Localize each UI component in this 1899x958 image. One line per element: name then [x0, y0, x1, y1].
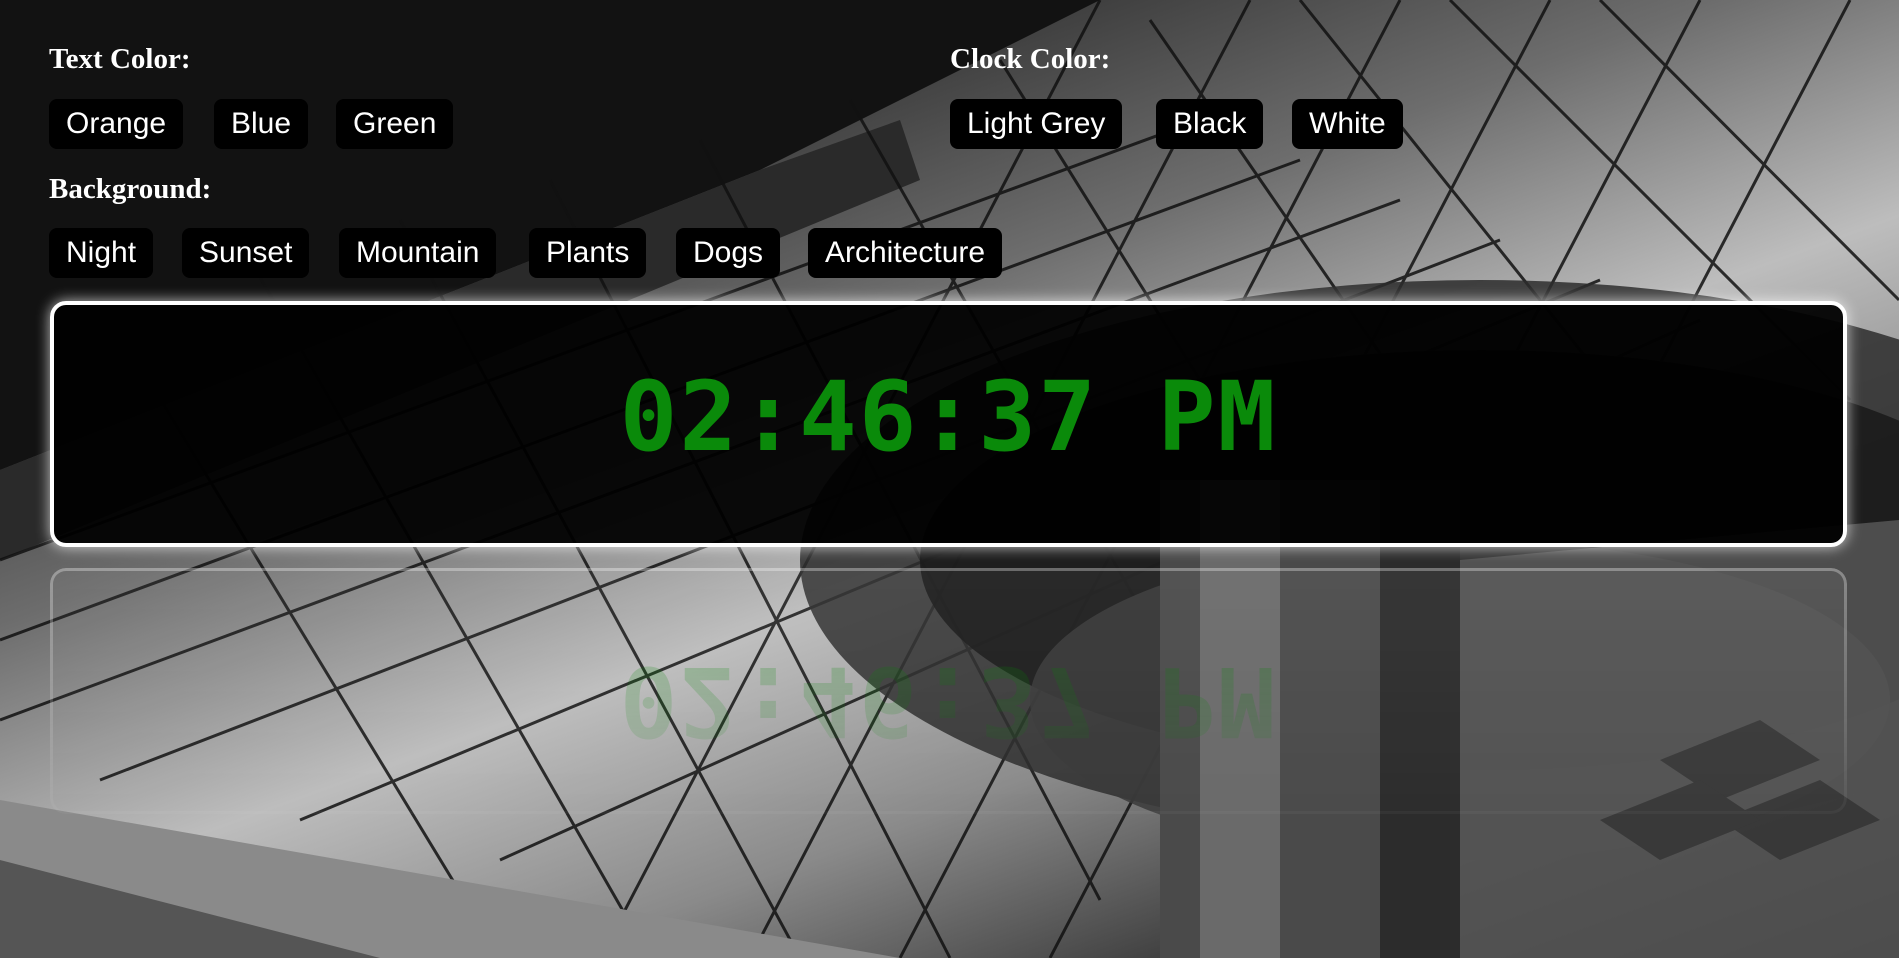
background-night-button[interactable]: Night — [49, 228, 154, 278]
clock-color-black-button[interactable]: Black — [1156, 99, 1264, 149]
clock-color-light-grey-button[interactable]: Light Grey — [950, 99, 1123, 149]
background-plants-button[interactable]: Plants — [529, 228, 647, 278]
background-mountain-button[interactable]: Mountain — [339, 228, 497, 278]
text-color-green-button[interactable]: Green — [336, 99, 454, 149]
background-architecture-button[interactable]: Architecture — [808, 228, 1003, 278]
background-label: Background: — [49, 173, 212, 205]
background-sunset-button[interactable]: Sunset — [182, 228, 310, 278]
text-color-blue-button[interactable]: Blue — [214, 99, 309, 149]
clock-color-white-button[interactable]: White — [1292, 99, 1403, 149]
background-dogs-button[interactable]: Dogs — [676, 228, 781, 278]
text-color-label: Text Color: — [49, 43, 191, 75]
clock-time: 02:46:37 PM — [619, 361, 1278, 473]
clock-color-label: Clock Color: — [950, 43, 1111, 75]
text-color-orange-button[interactable]: Orange — [49, 99, 184, 149]
clock-panel: 02:46:37 PM — [50, 301, 1847, 547]
clock-time-reflection: 02:46:37 PM — [619, 645, 1278, 757]
clock-reflection: 02:46:37 PM — [50, 568, 1847, 814]
